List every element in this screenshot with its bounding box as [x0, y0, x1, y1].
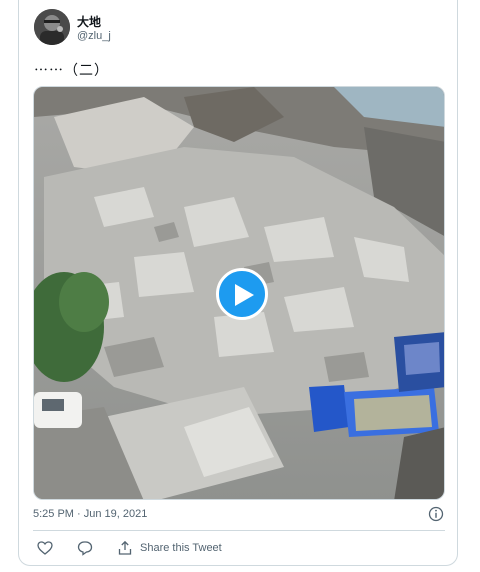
tweet-timestamp[interactable]: 5:25 PM · Jun 19, 2021	[33, 508, 147, 520]
heart-icon	[37, 541, 53, 555]
avatar-image	[34, 9, 70, 45]
tweet-card: 大地 @zlu_j ⋯⋯（二） 5:25 PM · Jun 19, 2021 S…	[18, 0, 458, 566]
play-icon	[235, 284, 254, 306]
share-button[interactable]: Share this Tweet	[117, 538, 222, 558]
display-name[interactable]: 大地	[77, 13, 101, 30]
share-icon	[118, 540, 132, 555]
comment-icon	[77, 541, 93, 556]
play-button[interactable]	[216, 268, 268, 320]
like-button[interactable]	[37, 538, 53, 558]
reply-button[interactable]	[77, 538, 93, 558]
tweet-text: ⋯⋯（二）	[34, 62, 109, 78]
video-player[interactable]	[33, 86, 445, 500]
divider	[33, 530, 445, 531]
info-icon[interactable]	[428, 506, 444, 522]
user-handle[interactable]: @zlu_j	[77, 30, 111, 42]
avatar[interactable]	[34, 9, 70, 45]
tweet-actions: Share this Tweet	[33, 538, 445, 558]
share-label[interactable]: Share this Tweet	[140, 542, 222, 554]
